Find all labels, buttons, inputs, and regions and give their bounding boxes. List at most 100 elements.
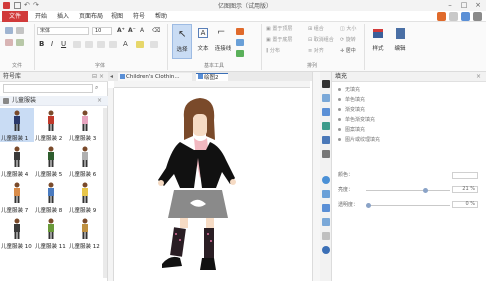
rotate-button[interactable]: ⟳ 旋转: [340, 36, 356, 43]
color-picker[interactable]: [452, 172, 478, 179]
shape-tile[interactable]: 儿童服装 10: [0, 216, 34, 250]
font-color-icon[interactable]: A: [140, 27, 144, 34]
shape-tile[interactable]: 儿童服装 3: [68, 108, 102, 142]
list-icon[interactable]: [109, 41, 117, 48]
menu-file[interactable]: 文件: [2, 11, 28, 22]
copy-icon[interactable]: [16, 27, 24, 34]
shape-icon[interactable]: [236, 39, 244, 46]
child-clothing-figure[interactable]: [114, 88, 310, 281]
clear-format-icon[interactable]: ⌫: [152, 27, 160, 34]
layer-panel-icon[interactable]: [322, 136, 330, 144]
menu-insert[interactable]: 插入: [53, 11, 73, 22]
fill-option-single-gradient[interactable]: 单色渐变填充: [338, 116, 375, 125]
shape-tile[interactable]: 儿童服装 5: [34, 144, 68, 178]
transparency-slider[interactable]: [366, 202, 450, 208]
pencil-icon[interactable]: [236, 50, 244, 57]
page-panel-icon[interactable]: [322, 150, 330, 158]
tab-childrens-clothing[interactable]: Children's Clothin...: [118, 73, 192, 81]
shape-tile[interactable]: 儿童服装 1: [0, 108, 34, 142]
paste-icon[interactable]: [5, 39, 13, 46]
bring-to-front-button[interactable]: ▣ 置于顶层: [266, 25, 292, 32]
undo-icon[interactable]: ↶: [24, 2, 31, 9]
attachment-panel-icon[interactable]: [322, 232, 330, 240]
help-panel-icon[interactable]: [322, 246, 330, 254]
font-size-select[interactable]: 10: [92, 27, 112, 35]
pin-icon[interactable]: ⊟: [92, 73, 97, 80]
menu-view[interactable]: 视图: [107, 11, 127, 22]
highlight-icon[interactable]: [136, 41, 144, 48]
image-panel-icon[interactable]: [322, 122, 330, 130]
slider-knob[interactable]: [422, 188, 428, 193]
menu-symbols[interactable]: 符号: [129, 11, 149, 22]
transparency-value[interactable]: 0 %: [452, 201, 478, 208]
library-category[interactable]: 儿童服装: [0, 96, 108, 106]
shape-tile[interactable]: 儿童服装 9: [68, 180, 102, 214]
brightness-slider[interactable]: [366, 187, 450, 193]
fill-option-solid[interactable]: 单色填充: [338, 96, 365, 105]
settings-icon[interactable]: [473, 12, 482, 21]
note-panel-icon[interactable]: [322, 204, 330, 212]
shape-tile[interactable]: 儿童服装 12: [68, 216, 102, 250]
drawing-canvas[interactable]: [114, 88, 310, 281]
redo-icon[interactable]: ↷: [33, 2, 40, 9]
tab-scroll-left-icon[interactable]: ◂: [110, 73, 113, 80]
shape-tile[interactable]: 儿童服装 2: [34, 108, 68, 142]
size-button[interactable]: ◫ 大小: [340, 25, 356, 32]
menu-page-layout[interactable]: 页面布局: [75, 11, 107, 22]
category-close-icon[interactable]: ×: [97, 97, 102, 104]
italic-icon[interactable]: I: [51, 40, 53, 48]
send-to-back-button[interactable]: ▣ 置于底层: [266, 36, 292, 43]
fill-option-gradient[interactable]: 渐变填充: [338, 106, 365, 115]
text-tool-button[interactable]: A 文本: [194, 24, 212, 59]
library-search-input[interactable]: [3, 84, 93, 93]
fill-panel-close-icon[interactable]: ×: [476, 73, 481, 80]
menu-help[interactable]: 帮助: [151, 11, 171, 22]
library-scrollbar[interactable]: [103, 108, 107, 278]
ungroup-button[interactable]: ⊟ 取消组合: [308, 36, 334, 43]
grow-font-icon[interactable]: A⁺: [117, 27, 125, 34]
panel-close-icon[interactable]: ×: [99, 73, 104, 80]
shape-tile[interactable]: 儿童服装 7: [0, 180, 34, 214]
minimize-icon[interactable]: –: [444, 1, 456, 10]
format-painter-icon[interactable]: [16, 39, 24, 46]
shadow-panel-icon[interactable]: [322, 108, 330, 116]
fill-option-picture[interactable]: 图片或纹理填充: [338, 136, 380, 145]
subscript-icon[interactable]: [97, 41, 105, 48]
underline-icon[interactable]: U: [61, 40, 66, 48]
layout-icon[interactable]: [449, 12, 458, 21]
bold-icon[interactable]: B: [39, 40, 44, 48]
brightness-value[interactable]: 21 %: [452, 186, 478, 193]
fill-panel-icon[interactable]: [322, 80, 330, 88]
center-button[interactable]: ✛ 居中: [340, 47, 356, 54]
cut-icon[interactable]: [5, 27, 13, 34]
superscript-icon[interactable]: [85, 41, 93, 48]
style-button[interactable]: 样式: [368, 24, 388, 59]
close-icon[interactable]: ×: [472, 1, 484, 10]
slider-knob[interactable]: [366, 203, 371, 208]
strikethrough-icon[interactable]: [73, 41, 81, 48]
data-panel-icon[interactable]: [322, 190, 330, 198]
align-button[interactable]: ≡ 对齐: [308, 47, 324, 54]
fill-option-pattern[interactable]: 图案填充: [338, 126, 365, 135]
fill-option-none[interactable]: 无填充: [338, 86, 360, 95]
canvas-right-scrollbar[interactable]: [312, 72, 320, 281]
globe-panel-icon[interactable]: [322, 176, 330, 184]
maximize-icon[interactable]: □: [458, 1, 470, 10]
comment-panel-icon[interactable]: [322, 218, 330, 226]
font-name-select[interactable]: 宋体: [37, 27, 89, 35]
edit-button[interactable]: 编辑: [390, 24, 410, 59]
shape-tile[interactable]: 儿童服装 8: [34, 180, 68, 214]
align-icon[interactable]: [150, 41, 158, 48]
shrink-font-icon[interactable]: A⁻: [128, 27, 136, 34]
menu-home[interactable]: 开始: [31, 11, 51, 22]
shape-tile[interactable]: 儿童服装 11: [34, 216, 68, 250]
pen-icon[interactable]: [236, 28, 244, 35]
shape-tile[interactable]: 儿童服装 6: [68, 144, 102, 178]
connector-tool-button[interactable]: ⌐ 连接线: [213, 24, 233, 59]
group-button[interactable]: ⊞ 组合: [308, 25, 324, 32]
text-color-icon[interactable]: A: [123, 40, 128, 48]
line-panel-icon[interactable]: [322, 94, 330, 102]
save-icon[interactable]: [14, 2, 21, 9]
buy-icon[interactable]: [437, 12, 446, 21]
distribute-button[interactable]: ⫼ 分布: [266, 47, 280, 54]
